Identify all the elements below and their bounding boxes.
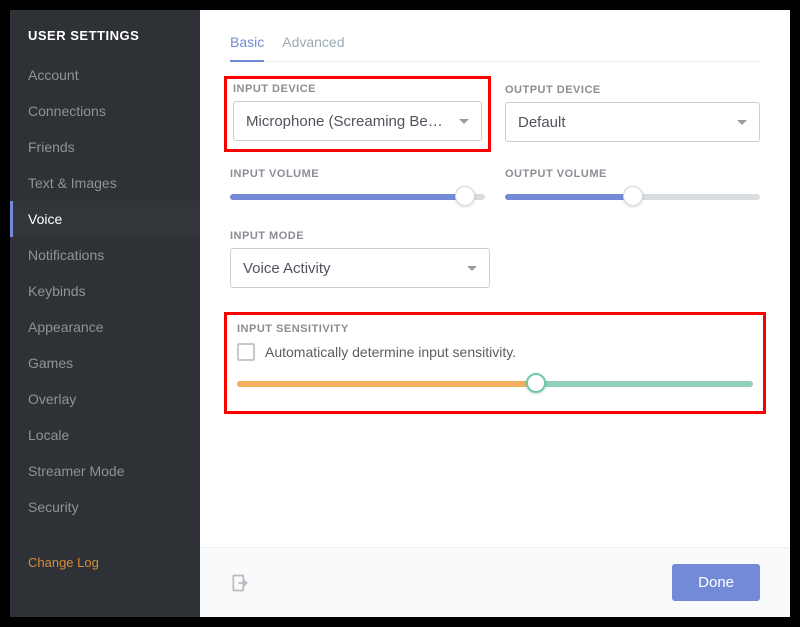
highlight-input-sensitivity: INPUT SENSITIVITY Automatically determin… [224, 312, 766, 414]
sidebar-item-streamer-mode[interactable]: Streamer Mode [10, 453, 200, 489]
chevron-down-icon [467, 266, 477, 271]
output-device-label: OUTPUT DEVICE [505, 84, 760, 96]
input-sensitivity-slider[interactable] [237, 373, 753, 393]
input-mode-select[interactable]: Voice Activity [230, 248, 490, 288]
output-device-value: Default [518, 114, 566, 131]
input-mode-value: Voice Activity [243, 260, 331, 277]
highlight-input-device: INPUT DEVICE Microphone (Screaming Bee .… [224, 76, 491, 152]
auto-sensitivity-checkbox[interactable] [237, 343, 255, 361]
footer: Done [200, 547, 790, 617]
input-volume-label: INPUT VOLUME [230, 168, 485, 180]
sidebar-item-locale[interactable]: Locale [10, 417, 200, 453]
input-mode-section: INPUT MODE Voice Activity [230, 230, 760, 288]
tab-basic[interactable]: Basic [230, 30, 264, 62]
sidebar-changelog[interactable]: Change Log [10, 545, 200, 580]
done-button[interactable]: Done [672, 564, 760, 601]
sidebar-title: USER SETTINGS [10, 28, 200, 57]
sidebar-item-voice[interactable]: Voice [10, 201, 200, 237]
sidebar-item-security[interactable]: Security [10, 489, 200, 525]
sidebar-item-games[interactable]: Games [10, 345, 200, 381]
slider-thumb[interactable] [623, 186, 643, 206]
sidebar-item-connections[interactable]: Connections [10, 93, 200, 129]
sidebar-item-keybinds[interactable]: Keybinds [10, 273, 200, 309]
content: Basic Advanced INPUT DEVICE Microphone (… [200, 10, 790, 547]
input-mode-label: INPUT MODE [230, 230, 760, 242]
sidebar: USER SETTINGS Account Connections Friend… [10, 10, 200, 617]
settings-window: USER SETTINGS Account Connections Friend… [10, 10, 790, 617]
input-volume-slider[interactable] [230, 186, 485, 206]
input-device-value: Microphone (Screaming Bee ... [246, 113, 451, 130]
input-sensitivity-label: INPUT SENSITIVITY [237, 323, 753, 335]
chevron-down-icon [737, 120, 747, 125]
sidebar-item-appearance[interactable]: Appearance [10, 309, 200, 345]
input-device-label: INPUT DEVICE [233, 83, 482, 95]
sidebar-item-notifications[interactable]: Notifications [10, 237, 200, 273]
tab-advanced[interactable]: Advanced [282, 30, 344, 61]
slider-thumb[interactable] [526, 373, 546, 393]
tabs: Basic Advanced [230, 30, 760, 62]
auto-sensitivity-row: Automatically determine input sensitivit… [237, 343, 753, 361]
sidebar-item-friends[interactable]: Friends [10, 129, 200, 165]
device-row: INPUT DEVICE Microphone (Screaming Bee .… [230, 80, 760, 160]
output-volume-slider[interactable] [505, 186, 760, 206]
slider-thumb[interactable] [455, 186, 475, 206]
logout-icon[interactable] [230, 573, 250, 593]
output-volume-label: OUTPUT VOLUME [505, 168, 760, 180]
sidebar-item-text-images[interactable]: Text & Images [10, 165, 200, 201]
output-device-select[interactable]: Default [505, 102, 760, 142]
input-device-select[interactable]: Microphone (Screaming Bee ... [233, 101, 482, 141]
sidebar-item-overlay[interactable]: Overlay [10, 381, 200, 417]
sidebar-item-account[interactable]: Account [10, 57, 200, 93]
auto-sensitivity-label: Automatically determine input sensitivit… [265, 344, 516, 360]
volume-row: INPUT VOLUME OUTPUT VOLUME [230, 168, 760, 206]
main-panel: Basic Advanced INPUT DEVICE Microphone (… [200, 10, 790, 617]
chevron-down-icon [459, 119, 469, 124]
